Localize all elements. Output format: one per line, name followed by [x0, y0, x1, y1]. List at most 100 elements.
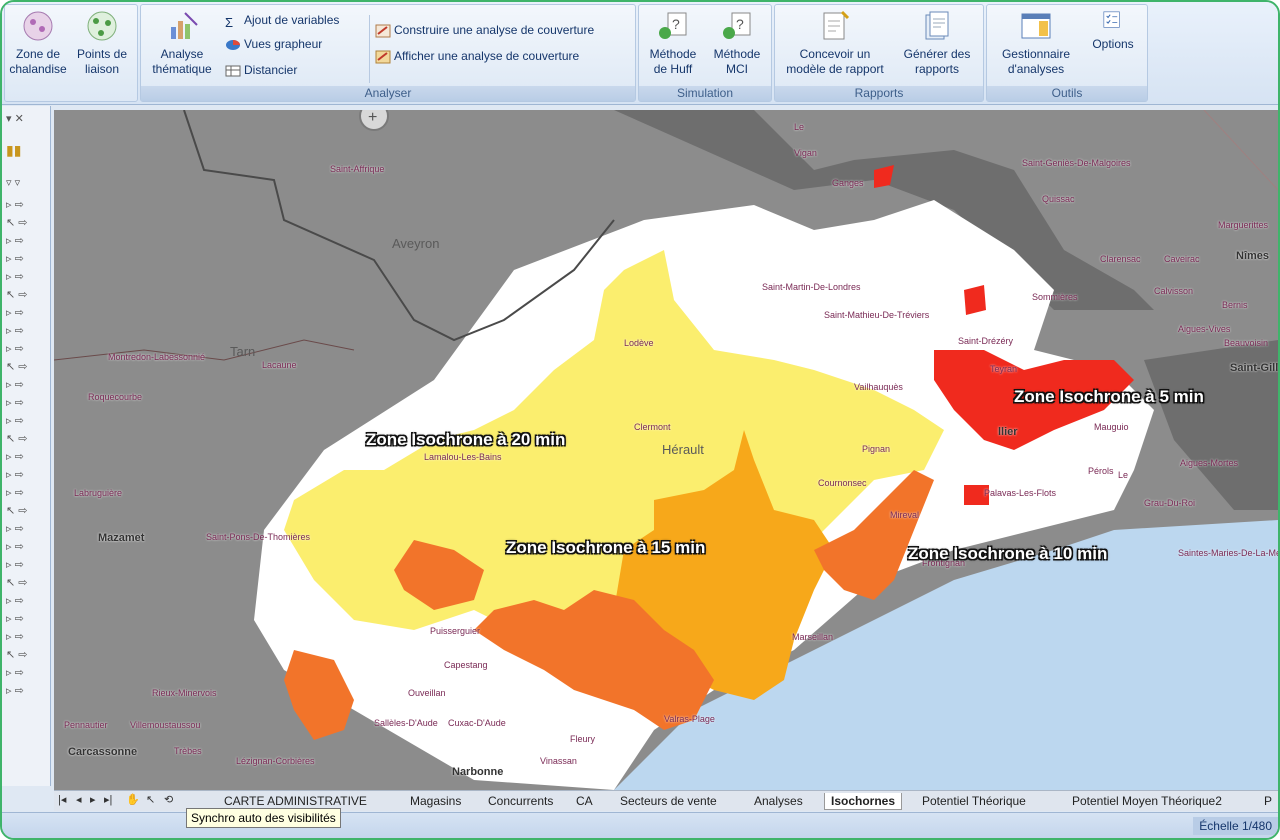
nav-prev-icon[interactable]: ◂ [76, 793, 82, 806]
layer-row[interactable]: ▹ ⇨ [6, 594, 42, 608]
layer-row[interactable]: ▹ ⇨ [6, 450, 42, 464]
layer-row[interactable]: ▹ ⇨ [6, 684, 42, 698]
layer-row[interactable]: ▹ ⇨ [6, 270, 42, 284]
methode-huff-button[interactable]: ? Méthode de Huff [641, 7, 705, 77]
layer-row[interactable]: ↖ ⇨ [6, 648, 42, 662]
panel-pin-icon[interactable]: ▾ ✕ [6, 112, 42, 126]
layer-row[interactable]: ▹ ⇨ [6, 666, 42, 680]
place-label: Labruguière [74, 488, 123, 498]
layer-row[interactable]: ▹ ⇨ [6, 540, 42, 554]
place-label: Marseillan [792, 632, 834, 642]
place-label: Saint-Geniès-De-Malgoires [1022, 158, 1131, 168]
zone-label-5: Zone Isochrone à 5 min [1014, 387, 1204, 406]
place-label: Mireval [890, 510, 920, 520]
distancier-button[interactable]: Distancier [225, 61, 297, 79]
layer-row[interactable]: ↖ ⇨ [6, 504, 42, 518]
place-label: Saint-Gilles [1230, 362, 1278, 374]
layer-row[interactable]: ▹ ⇨ [6, 252, 42, 266]
place-label: Caveirac [1164, 254, 1200, 264]
tab-3[interactable]: CA [576, 793, 593, 809]
nav-last-icon[interactable]: ▸| [104, 793, 112, 806]
tab-6[interactable]: Isochornes [824, 793, 903, 810]
window-icon [1021, 13, 1051, 39]
tab-1[interactable]: Magasins [410, 793, 461, 809]
group-label-simulation: Simulation [639, 86, 771, 101]
layer-row[interactable]: ▹ ⇨ [6, 486, 42, 500]
options-label: Options [1092, 37, 1134, 51]
layer-row[interactable]: ↖ ⇨ [6, 216, 42, 230]
sync-icon[interactable]: ⟲ [164, 793, 173, 806]
place-label: Ganges [832, 178, 864, 188]
group-label-outils: Outils [987, 86, 1147, 101]
place-label: Vailhauquès [854, 382, 903, 392]
analyse-thematique-button[interactable]: Analyse thématique [145, 7, 219, 77]
tab-8[interactable]: Potentiel Moyen Théorique2 [1072, 793, 1222, 809]
hand-icon[interactable]: ✋ [126, 793, 140, 806]
place-label: Grau-Du-Roi [1144, 498, 1196, 508]
place-label: Saint-Pons-De-Thomières [206, 532, 311, 542]
tab-5[interactable]: Analyses [754, 793, 803, 809]
place-label: Beauvoisin [1224, 338, 1269, 348]
layer-row[interactable]: ↖ ⇨ [6, 432, 42, 446]
ajout-variables-button[interactable]: Σ Ajout de variables [225, 11, 339, 30]
options-button[interactable]: Options [1083, 7, 1143, 52]
place-label: Saint-Martin-De-Londres [762, 282, 861, 292]
layer-row[interactable]: ▹ ⇨ [6, 522, 42, 536]
place-label: Bernis [1222, 300, 1248, 310]
group-analyser: Analyse thématique Σ Ajout de variables V… [140, 4, 636, 102]
layer-row[interactable]: ▹ ⇨ [6, 378, 42, 392]
tab-9[interactable]: P [1264, 793, 1272, 809]
place-label: Trèbes [174, 746, 202, 756]
place-label: Lodève [624, 338, 654, 348]
vues-grapheur-button[interactable]: Vues grapheur [225, 35, 322, 53]
layer-row[interactable]: ▹ ⇨ [6, 468, 42, 482]
coverage-show-icon [375, 50, 391, 64]
map-view[interactable]: + Aveyron Tarn Hérault Le Vigan Ganges Sain… [54, 110, 1278, 790]
layer-row[interactable]: ▹ ⇨ [6, 414, 42, 428]
zone-chalandise-label: Zone de chalandise [9, 47, 67, 76]
methode-mci-button[interactable]: ? Méthode MCI [705, 7, 769, 77]
group-simulation: ? Méthode de Huff ? Méthode MCI Simulati… [638, 4, 772, 102]
construire-couverture-button[interactable]: Construire une analyse de couverture [375, 21, 594, 39]
layer-row[interactable]: ▹ ⇨ [6, 198, 42, 212]
layer-row[interactable]: ▹ ⇨ [6, 324, 42, 338]
layer-row[interactable]: ▹ ⇨ [6, 630, 42, 644]
layer-row[interactable]: ▹ ⇨ [6, 234, 42, 248]
layer-row[interactable]: ▹ ⇨ [6, 612, 42, 626]
zone-label-20: Zone Isochrone à 20 min [366, 430, 566, 449]
reports-icon [925, 11, 949, 40]
gestionnaire-analyses-button[interactable]: Gestionnaire d'analyses [989, 7, 1083, 77]
zoom-plus-icon: + [368, 110, 377, 126]
zone-chalandise-button[interactable]: Zone de chalandise [7, 7, 69, 77]
nav-first-icon[interactable]: |◂ [58, 793, 66, 806]
tab-7[interactable]: Potentiel Théorique [922, 793, 1026, 809]
afficher-couverture-label: Afficher une analyse de couverture [394, 49, 580, 63]
points-liaison-button[interactable]: Points de liaison [71, 7, 133, 77]
tab-0[interactable]: CARTE ADMINISTRATIVE [224, 793, 367, 809]
tab-2[interactable]: Concurrents [488, 793, 553, 809]
svg-text:?: ? [736, 16, 744, 32]
place-label: Nîmes [1236, 250, 1270, 262]
layers-icon[interactable]: ▮▮ [6, 142, 42, 158]
nav-next-icon[interactable]: ▸ [90, 793, 96, 806]
layer-row[interactable]: ▹ ⇨ [6, 558, 42, 572]
report-design-icon [823, 10, 850, 40]
place-label: Fleury [570, 734, 596, 744]
filter-icon[interactable]: ▿ ▿ [6, 176, 42, 190]
place-label: Ouveillan [408, 688, 446, 698]
pointer-icon[interactable]: ↖ [146, 793, 155, 806]
layer-row[interactable]: ▹ ⇨ [6, 306, 42, 320]
place-label: Pennautier [64, 720, 108, 730]
region-label: Tarn [230, 344, 256, 359]
generer-rapports-button[interactable]: Générer des rapports [893, 7, 981, 77]
tab-4[interactable]: Secteurs de vente [620, 793, 717, 809]
layer-row[interactable]: ↖ ⇨ [6, 576, 42, 590]
layer-row[interactable]: ↖ ⇨ [6, 288, 42, 302]
afficher-couverture-button[interactable]: Afficher une analyse de couverture [375, 47, 579, 65]
points-icon [87, 11, 117, 41]
layer-row[interactable]: ▹ ⇨ [6, 396, 42, 410]
layer-row[interactable]: ▹ ⇨ [6, 342, 42, 356]
svg-text:?: ? [672, 16, 680, 32]
concevoir-rapport-button[interactable]: Concevoir un modèle de rapport [777, 7, 893, 77]
layer-row[interactable]: ↖ ⇨ [6, 360, 42, 374]
